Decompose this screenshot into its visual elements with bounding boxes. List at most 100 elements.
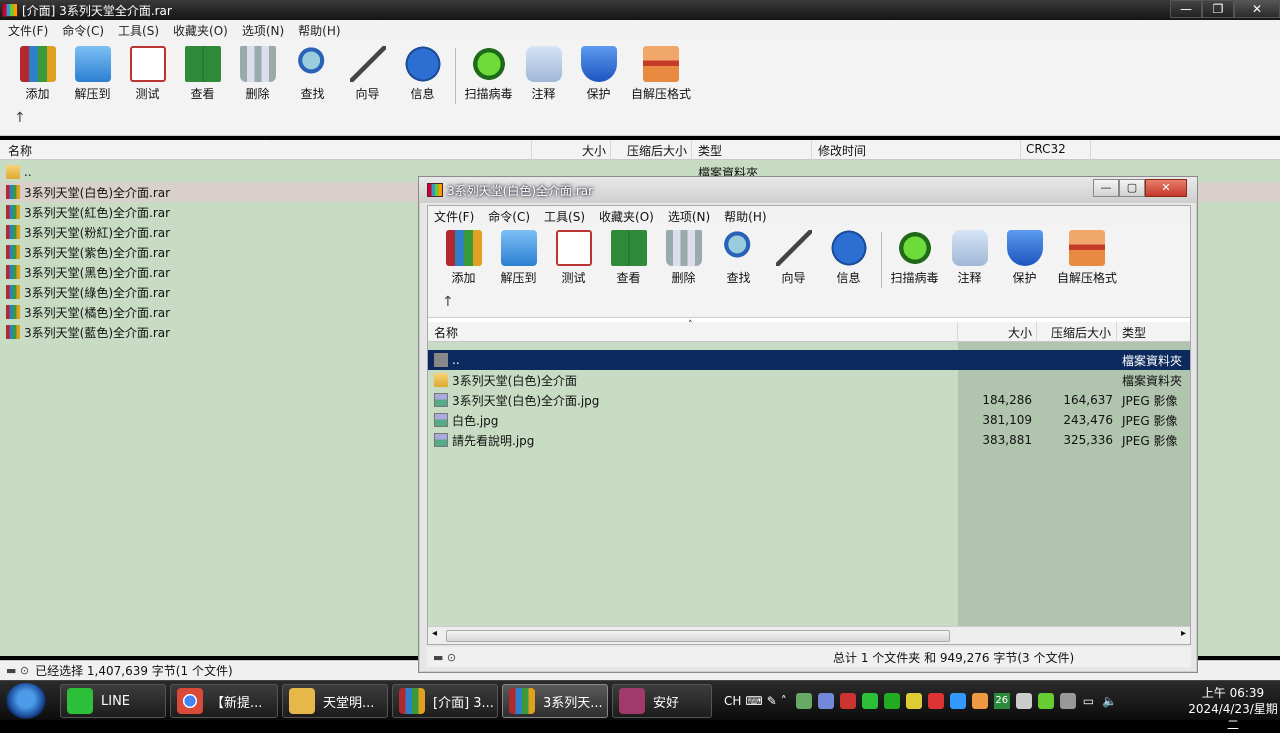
dialog-maximize-button[interactable]: ▢ bbox=[1119, 179, 1145, 197]
taskbar-winrar-main[interactable]: [介面] 3... bbox=[392, 684, 498, 718]
dialog-sfx-button[interactable]: 自解压格式 bbox=[1052, 230, 1122, 288]
menu-tools[interactable]: 工具(S) bbox=[118, 22, 159, 39]
volume-icon[interactable]: 🔈 bbox=[1102, 694, 1117, 708]
dialog-list-item[interactable]: 3系列天堂(白色)全介面 檔案資料夾 bbox=[428, 370, 1190, 390]
dialog-menu-favorites[interactable]: 收藏夹(O) bbox=[599, 208, 654, 225]
virus-scan-button[interactable]: 扫描病毒 bbox=[461, 46, 516, 104]
dialog-column-name[interactable]: 名称 bbox=[434, 324, 458, 341]
comment-button[interactable]: 注释 bbox=[516, 46, 571, 104]
lock-icon[interactable] bbox=[905, 693, 922, 709]
qq-icon[interactable] bbox=[971, 693, 988, 709]
info-button[interactable]: 信息 bbox=[395, 46, 450, 104]
column-packed[interactable]: 压缩后大小 bbox=[627, 142, 687, 159]
tray-expand-icon[interactable]: ˄ bbox=[781, 694, 787, 708]
column-type[interactable]: 类型 bbox=[698, 142, 722, 159]
dialog-list-item[interactable]: 請先看說明.jpg 383,881 325,336 JPEG 影像 bbox=[428, 430, 1190, 450]
tray-app-icon[interactable] bbox=[1037, 693, 1054, 709]
tray-app-icon[interactable] bbox=[839, 693, 856, 709]
menu-commands[interactable]: 命令(C) bbox=[62, 22, 104, 39]
close-button[interactable]: ✕ bbox=[1234, 0, 1280, 18]
menu-help[interactable]: 帮助(H) bbox=[298, 22, 340, 39]
clock[interactable]: 上午 06:39 2024/4/23/星期二 bbox=[1186, 685, 1280, 733]
start-button[interactable] bbox=[6, 683, 46, 719]
tray-app-icon[interactable] bbox=[1015, 693, 1032, 709]
dialog-parent-row[interactable]: .. 檔案資料夾 bbox=[428, 350, 1190, 370]
rar-file-icon bbox=[6, 325, 20, 339]
column-crc[interactable]: CRC32 bbox=[1026, 142, 1066, 156]
minimize-button[interactable]: — bbox=[1170, 0, 1202, 18]
dialog-extract-to-button[interactable]: 解压到 bbox=[491, 230, 546, 288]
network-icon[interactable]: ▭ bbox=[1083, 694, 1094, 708]
dialog-add-button[interactable]: 添加 bbox=[436, 230, 491, 288]
line-app-icon[interactable] bbox=[861, 693, 878, 709]
dialog-protect-button[interactable]: 保护 bbox=[997, 230, 1052, 288]
add-button[interactable]: 添加 bbox=[10, 46, 65, 104]
toolbar-separator bbox=[455, 48, 456, 104]
drive-icon[interactable]: ▬ ⊙ bbox=[6, 664, 29, 677]
dialog-wizard-button[interactable]: 向导 bbox=[766, 230, 821, 288]
maximize-button[interactable]: ❐ bbox=[1202, 0, 1234, 18]
horizontal-scrollbar[interactable]: ◂ ▸ bbox=[428, 626, 1190, 644]
dialog-column-packed[interactable]: 压缩后大小 bbox=[1051, 324, 1111, 341]
dialog-close-button[interactable]: ✕ bbox=[1145, 179, 1187, 197]
tray-app-icon[interactable] bbox=[927, 693, 944, 709]
keyboard-icon[interactable]: ⌨ bbox=[745, 694, 762, 708]
dialog-menu-commands[interactable]: 命令(C) bbox=[488, 208, 530, 225]
pen-icon[interactable]: ✎ bbox=[767, 694, 777, 708]
protect-icon bbox=[580, 46, 617, 82]
main-window-title: [介面] 3系列天堂全介面.rar bbox=[22, 3, 172, 18]
taskbar-chrome[interactable]: 【新提... bbox=[170, 684, 278, 718]
column-name[interactable]: 名称 bbox=[8, 142, 32, 159]
up-arrow-icon[interactable]: ↑ bbox=[442, 294, 454, 310]
dialog-toolbar: 添加 解压到 测试 查看 删除 查找 向导 信息 扫描病毒 注释 保护 自解压格… bbox=[428, 226, 1190, 318]
ime-indicator[interactable]: CH bbox=[724, 694, 741, 708]
tray-app-icon[interactable] bbox=[949, 693, 966, 709]
tray-app-icon[interactable] bbox=[795, 693, 812, 709]
dialog-menu-help[interactable]: 帮助(H) bbox=[724, 208, 766, 225]
scroll-thumb[interactable] bbox=[446, 630, 950, 642]
view-button[interactable]: 查看 bbox=[175, 46, 230, 104]
scroll-right-icon[interactable]: ▸ bbox=[1181, 628, 1186, 639]
dialog-view-button[interactable]: 查看 bbox=[601, 230, 656, 288]
drive-icon[interactable]: ▬ ⊙ bbox=[433, 651, 456, 664]
scroll-left-icon[interactable]: ◂ bbox=[432, 628, 437, 639]
dialog-find-button[interactable]: 查找 bbox=[711, 230, 766, 288]
dialog-delete-button[interactable]: 删除 bbox=[656, 230, 711, 288]
taskbar-line[interactable]: LINE bbox=[60, 684, 166, 718]
tray-app-icon[interactable] bbox=[1059, 693, 1076, 709]
menu-favorites[interactable]: 收藏夹(O) bbox=[173, 22, 228, 39]
wizard-button[interactable]: 向导 bbox=[340, 46, 395, 104]
dialog-list-item[interactable]: 3系列天堂(白色)全介面.jpg 184,286 164,637 JPEG 影像 bbox=[428, 390, 1190, 410]
dialog-list-item[interactable]: 白色.jpg 381,109 243,476 JPEG 影像 bbox=[428, 410, 1190, 430]
taskbar-winrar-dialog[interactable]: 3系列天... bbox=[502, 684, 608, 718]
dialog-menu-file[interactable]: 文件(F) bbox=[434, 208, 474, 225]
extract-to-button[interactable]: 解压到 bbox=[65, 46, 120, 104]
test-button[interactable]: 测试 bbox=[120, 46, 175, 104]
dialog-menu-options[interactable]: 选项(N) bbox=[668, 208, 710, 225]
extract-icon bbox=[74, 46, 111, 82]
menu-file[interactable]: 文件(F) bbox=[8, 22, 48, 39]
up-arrow-icon[interactable]: ↑ bbox=[14, 110, 26, 126]
delete-button[interactable]: 删除 bbox=[230, 46, 285, 104]
dialog-info-button[interactable]: 信息 bbox=[821, 230, 876, 288]
column-modified[interactable]: 修改时间 bbox=[818, 142, 866, 159]
protect-button[interactable]: 保护 bbox=[571, 46, 626, 104]
column-size[interactable]: 大小 bbox=[582, 142, 606, 159]
menu-options[interactable]: 选项(N) bbox=[242, 22, 284, 39]
dialog-comment-button[interactable]: 注释 bbox=[942, 230, 997, 288]
discord-icon[interactable] bbox=[817, 693, 834, 709]
dialog-test-button[interactable]: 测试 bbox=[546, 230, 601, 288]
taskbar-game[interactable]: 安好 bbox=[612, 684, 712, 718]
info-icon bbox=[830, 230, 867, 266]
dialog-column-size[interactable]: 大小 bbox=[1008, 324, 1032, 341]
tray-app-icon[interactable] bbox=[883, 693, 900, 709]
taskbar-folder[interactable]: 天堂明... bbox=[282, 684, 388, 718]
dialog-minimize-button[interactable]: — bbox=[1093, 179, 1119, 197]
sfx-button[interactable]: 自解压格式 bbox=[626, 46, 696, 104]
dialog-column-type[interactable]: 类型 bbox=[1122, 324, 1146, 341]
folder-icon bbox=[434, 373, 448, 387]
dialog-menu-tools[interactable]: 工具(S) bbox=[544, 208, 585, 225]
tray-badge[interactable]: 26 bbox=[993, 693, 1010, 709]
find-button[interactable]: 查找 bbox=[285, 46, 340, 104]
dialog-virus-scan-button[interactable]: 扫描病毒 bbox=[887, 230, 942, 288]
